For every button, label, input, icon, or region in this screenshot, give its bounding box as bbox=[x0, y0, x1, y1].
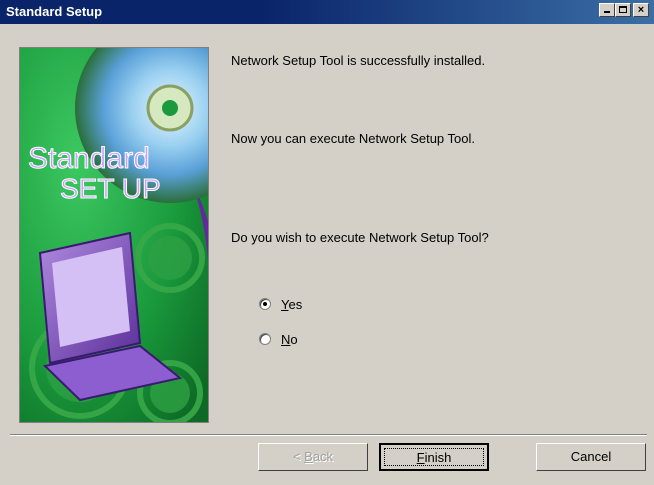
maximize-button[interactable] bbox=[615, 3, 631, 17]
no-label: No bbox=[281, 331, 298, 347]
setup-banner-image: Standard SET UP bbox=[19, 47, 209, 423]
maximize-icon bbox=[619, 6, 627, 13]
focus-rectangle bbox=[384, 448, 484, 466]
yes-radio-button[interactable] bbox=[259, 298, 271, 310]
cancel-button[interactable]: Cancel bbox=[536, 443, 646, 471]
close-icon: × bbox=[637, 4, 645, 16]
execute-info-message: Now you can execute Network Setup Tool. bbox=[231, 131, 476, 146]
back-button[interactable]: < Back bbox=[258, 443, 368, 471]
title-bar[interactable]: Standard Setup × bbox=[0, 0, 654, 24]
banner-title-line2: SET UP bbox=[60, 173, 161, 204]
separator-line bbox=[10, 434, 647, 436]
close-button[interactable]: × bbox=[633, 3, 649, 17]
yes-label: Yes bbox=[281, 296, 303, 312]
no-radio-button[interactable] bbox=[259, 333, 271, 345]
no-option[interactable]: No bbox=[259, 330, 298, 348]
yes-option[interactable]: Yes bbox=[259, 295, 302, 313]
setup-window: Standard Setup × Standard SET UP Network… bbox=[0, 0, 654, 485]
install-success-message: Network Setup Tool is successfully insta… bbox=[231, 53, 486, 68]
banner-artwork: Standard SET UP bbox=[20, 48, 208, 422]
banner-title-line1: Standard bbox=[28, 142, 150, 175]
execute-question: Do you wish to execute Network Setup Too… bbox=[231, 230, 489, 245]
minimize-icon bbox=[604, 11, 610, 13]
window-title: Standard Setup bbox=[6, 4, 103, 19]
finish-button[interactable]: Finish bbox=[379, 443, 489, 471]
minimize-button[interactable] bbox=[599, 3, 615, 17]
